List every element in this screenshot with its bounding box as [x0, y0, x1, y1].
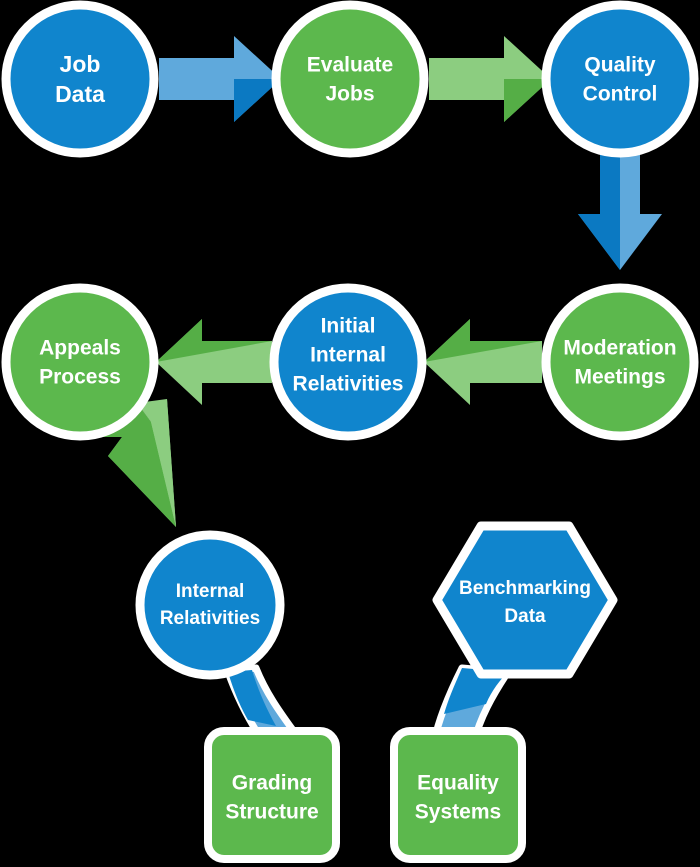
- node-equality-systems-label-line-1: Equality: [417, 772, 499, 795]
- node-evaluate-jobs-shape: [271, 0, 429, 158]
- connector-evaluate-jobs-to-quality-control: [429, 36, 551, 122]
- node-grading-structure-label-line-1: Grading: [232, 772, 313, 795]
- node-quality-control-label-line-1: Quality: [584, 54, 656, 77]
- node-grading-structure[interactable]: Grading Structure: [204, 727, 340, 863]
- node-appeals-process[interactable]: Appeals Process: [1, 283, 159, 441]
- node-job-data-label-line-1: Job: [60, 51, 101, 77]
- node-quality-control-shape: [541, 0, 699, 158]
- connector-initial-internal-relativities-to-appeals-process: [156, 319, 272, 405]
- node-benchmarking-data-label-line-1: Benchmarking: [459, 578, 591, 599]
- node-benchmarking-data[interactable]: Benchmarking Data: [432, 521, 618, 679]
- node-appeals-process-label-line-1: Appeals: [39, 337, 121, 360]
- node-evaluate-jobs-label-line-2: Jobs: [325, 83, 374, 106]
- node-internal-relativities-label-line-2: Relativities: [160, 608, 260, 629]
- node-initial-internal-relativities-label-line-3: Relativities: [293, 373, 404, 396]
- node-grading-structure-shape: [204, 727, 340, 863]
- node-internal-relativities-label-line-1: Internal: [176, 581, 245, 602]
- node-grading-structure-label-line-2: Structure: [225, 801, 318, 824]
- node-moderation-meetings-shape: [541, 283, 699, 441]
- node-evaluate-jobs-label-line-1: Evaluate: [307, 54, 393, 77]
- node-job-data[interactable]: Job Data: [1, 0, 159, 158]
- node-moderation-meetings-label-line-2: Meetings: [574, 366, 665, 389]
- connector-quality-control-to-moderation-meetings: [578, 154, 662, 270]
- node-internal-relativities-shape: [135, 530, 285, 680]
- node-equality-systems-label-line-2: Systems: [415, 801, 501, 824]
- node-benchmarking-data-shape: [432, 521, 618, 679]
- node-moderation-meetings[interactable]: Moderation Meetings: [541, 283, 699, 441]
- node-quality-control[interactable]: Quality Control: [541, 0, 699, 158]
- node-job-data-shape: [1, 0, 159, 158]
- node-appeals-process-shape: [1, 283, 159, 441]
- connector-job-data-to-evaluate-jobs: [159, 36, 281, 122]
- node-quality-control-label-line-2: Control: [583, 83, 658, 106]
- node-equality-systems[interactable]: Equality Systems: [390, 727, 526, 863]
- node-job-data-label-line-2: Data: [55, 81, 105, 107]
- node-initial-internal-relativities[interactable]: Initial Internal Relativities: [269, 283, 427, 441]
- flow-diagram-canvas: Job Data Evaluate Jobs Quality Control M…: [1, 0, 699, 863]
- node-equality-systems-shape: [390, 727, 526, 863]
- node-benchmarking-data-label-line-2: Data: [504, 606, 546, 627]
- node-evaluate-jobs[interactable]: Evaluate Jobs: [271, 0, 429, 158]
- node-initial-internal-relativities-label-line-2: Internal: [310, 344, 386, 367]
- node-appeals-process-label-line-2: Process: [39, 366, 121, 389]
- node-initial-internal-relativities-label-line-1: Initial: [321, 315, 376, 338]
- connector-moderation-meetings-to-initial-internal-relativities: [424, 319, 542, 405]
- process-flow-diagram: Job Data Evaluate Jobs Quality Control M…: [0, 0, 700, 867]
- node-moderation-meetings-label-line-1: Moderation: [563, 337, 676, 360]
- node-internal-relativities[interactable]: Internal Relativities: [135, 530, 285, 680]
